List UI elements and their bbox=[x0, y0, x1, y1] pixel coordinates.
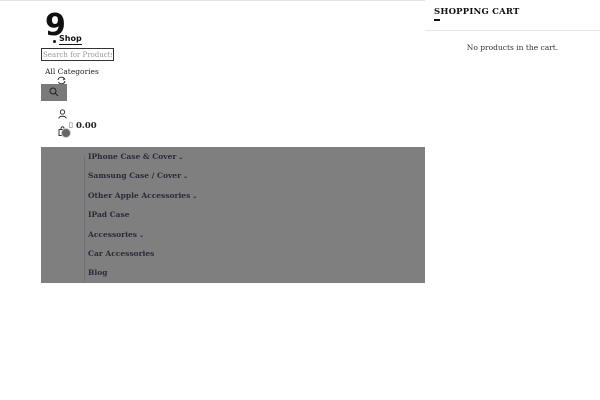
logo-text: Shop bbox=[59, 34, 82, 45]
nav-item-blog[interactable]: Blog bbox=[88, 268, 107, 277]
nav-item-iphone-case[interactable]: IPhone Case & Cover ⌄ bbox=[88, 152, 183, 161]
logo-dot bbox=[53, 40, 56, 43]
nav-item-label: Car Accessories bbox=[88, 249, 155, 258]
cart-empty-message: No products in the cart. bbox=[466, 43, 559, 52]
cart-total[interactable]: 0.00 bbox=[76, 121, 97, 131]
search-button[interactable] bbox=[41, 84, 67, 101]
nav-item-label: Samsung Case / Cover bbox=[88, 171, 182, 180]
shopping-cart-panel: SHOPPING CART No products in the cart. bbox=[425, 0, 600, 400]
chevron-down-icon: ⌄ bbox=[192, 193, 198, 200]
site-logo[interactable]: 9 Shop bbox=[45, 9, 82, 45]
page: 9 Shop All Categories ▯ 0.00 bbox=[0, 0, 600, 400]
nav-menu-overlay: IPhone Case & Cover ⌄ Samsung Case / Cove… bbox=[41, 147, 425, 283]
cart-title-underline bbox=[434, 19, 440, 21]
cart-count-badge bbox=[61, 128, 71, 138]
chevron-down-icon: ⌄ bbox=[178, 154, 184, 161]
search-icon bbox=[49, 87, 59, 97]
nav-item-label: IPad Case bbox=[88, 210, 130, 219]
nav-item-accessories[interactable]: Accessories ⌄ bbox=[88, 230, 144, 239]
cart-panel-divider bbox=[425, 30, 600, 31]
nav-item-samsung-case[interactable]: Samsung Case / Cover ⌄ bbox=[88, 171, 188, 180]
search-input[interactable] bbox=[41, 48, 114, 61]
nav-item-other-apple-accessories[interactable]: Other Apple Accessories ⌄ bbox=[88, 191, 197, 200]
currency-icon: ▯ bbox=[69, 121, 73, 129]
nav-item-label: Blog bbox=[88, 268, 108, 277]
nav-item-ipad-case[interactable]: IPad Case bbox=[88, 210, 129, 219]
nav-divider bbox=[84, 157, 85, 281]
category-select[interactable]: All Categories bbox=[45, 67, 99, 76]
nav-item-car-accessories[interactable]: Car Accessories bbox=[88, 249, 154, 258]
chevron-down-icon: ⌄ bbox=[183, 173, 189, 180]
nav-item-label: Other Apple Accessories bbox=[88, 191, 191, 200]
chevron-down-icon: ⌄ bbox=[138, 232, 144, 239]
nav-item-label: IPhone Case & Cover bbox=[88, 152, 177, 161]
cart-panel-title: SHOPPING CART bbox=[434, 7, 520, 17]
nav-item-label: Accessories bbox=[88, 230, 137, 239]
